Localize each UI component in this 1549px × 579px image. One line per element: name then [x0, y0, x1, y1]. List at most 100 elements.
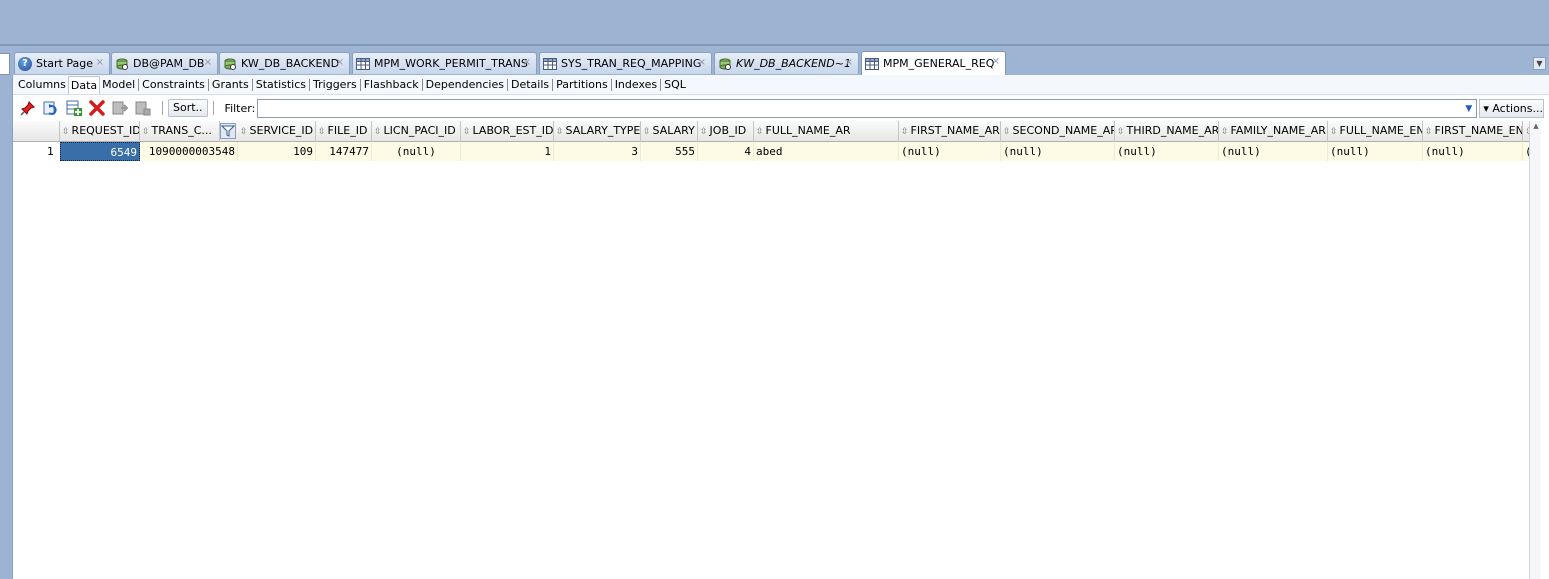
sort-indicator-icon: ⇳	[1117, 127, 1125, 137]
tab-kw-db-backend-1[interactable]: KW_DB_BACKEND~1 ×	[714, 52, 859, 74]
column-filter-icon[interactable]	[220, 123, 236, 139]
grid-cell[interactable]: 6549	[60, 142, 140, 161]
tab-label: SYS_TRAN_REQ_MAPPING	[561, 57, 702, 70]
subtab-separator	[552, 78, 554, 91]
actions-button[interactable]: ▾ Actions...	[1479, 98, 1545, 118]
column-header[interactable]: ⇳ JOB_ID	[698, 121, 754, 142]
db-connection-icon	[718, 57, 732, 71]
grid-cell[interactable]: abed	[754, 142, 899, 161]
subtab-separator	[207, 78, 209, 91]
column-header[interactable]: ⇳ SALARY	[641, 121, 698, 142]
column-header[interactable]: ⇳ LABOR_EST_ID	[461, 121, 554, 142]
close-icon[interactable]: ×	[523, 57, 531, 68]
subtab-dependencies[interactable]: Dependencies	[424, 76, 506, 94]
subtab-model[interactable]: Model	[100, 76, 137, 94]
grid-cell[interactable]: 1090000003548	[140, 142, 238, 161]
tab-kw-db-backend[interactable]: KW_DB_BACKEND ×	[219, 52, 350, 74]
tab-label: Start Page	[36, 57, 93, 70]
filter-label: Filter:	[224, 101, 256, 115]
close-icon[interactable]: ×	[992, 56, 1000, 67]
subtab-columns[interactable]: Columns	[16, 76, 68, 94]
subtab-grants[interactable]: Grants	[210, 76, 251, 94]
close-icon[interactable]: ×	[96, 57, 104, 68]
subtab-sql[interactable]: SQL	[662, 76, 688, 94]
subtab-indexes[interactable]: Indexes	[613, 76, 659, 94]
grid-cell[interactable]: 555	[641, 142, 698, 161]
sort-indicator-icon: ⇳	[1221, 127, 1229, 137]
grid-cell[interactable]: 3	[554, 142, 641, 161]
sort-indicator-icon: ⇳	[700, 127, 708, 137]
tab-label: MPM_GENERAL_REQ	[883, 57, 995, 70]
grid-cell[interactable]: (null)	[1219, 142, 1328, 161]
sort-indicator-icon: ⇳	[556, 127, 564, 137]
sort-indicator-icon: ⇳	[318, 127, 326, 137]
column-header[interactable]: ⇳ FULL_NAME_AR	[754, 121, 899, 142]
pin-icon[interactable]	[19, 100, 36, 117]
grid-cell[interactable]: 4	[698, 142, 754, 161]
top-toolbar-area	[0, 0, 1549, 44]
tab-mpm-general-req[interactable]: MPM_GENERAL_REQ ×	[861, 51, 1006, 75]
grid-header: ⇳ REQUEST_ID ⇳ TRANS_C... ⇳ SERVICE_ID ⇳ FIL…	[13, 121, 1531, 142]
column-header[interactable]: ⇳ THIRD_NAME_AR	[1115, 121, 1219, 142]
toolbar-separator	[162, 101, 163, 115]
close-icon[interactable]: ×	[336, 57, 344, 68]
column-header[interactable]: ⇳ TRANS_C...	[140, 121, 220, 142]
subtab-constraints[interactable]: Constraints	[140, 76, 207, 94]
rollback-icon[interactable]	[134, 100, 151, 117]
tab-start-page[interactable]: ? Start Page ×	[14, 52, 110, 74]
tab-list-dropdown-button[interactable]: ▼	[1533, 57, 1546, 70]
table-icon	[356, 57, 370, 71]
column-header[interactable]: ⇳ SALARY_TYPE	[554, 121, 641, 142]
grid-cell[interactable]: 109	[238, 142, 316, 161]
column-header[interactable]: ⇳ FILE_ID	[316, 121, 372, 142]
column-header[interactable]: ⇳ FIRST_NAME_AR	[899, 121, 1001, 142]
grid-cell[interactable]: 147477	[316, 142, 372, 161]
db-connection-icon	[223, 57, 237, 71]
table-row[interactable]: 1 6549 1090000003548 109 147477 (null) 1…	[13, 142, 1531, 161]
vertical-scrollbar[interactable]: ▲	[1529, 121, 1541, 579]
sort-button[interactable]: Sort..	[168, 99, 208, 117]
column-header[interactable]: ⇳ SERVICE_ID	[238, 121, 316, 142]
column-header[interactable]: ⇳ REQUEST_ID	[60, 121, 140, 142]
filter-history-dropdown-icon[interactable]: ▼	[1465, 104, 1472, 114]
grid-cell[interactable]: (null)	[1423, 142, 1523, 161]
sort-indicator-icon: ⇳	[756, 127, 764, 137]
column-header[interactable]: ⇳ FULL_NAME_EN	[1328, 121, 1423, 142]
tab-sys-tran-req-mapping[interactable]: SYS_TRAN_REQ_MAPPING ×	[539, 52, 712, 74]
row-number[interactable]: 1	[13, 142, 59, 161]
close-icon[interactable]: ×	[845, 57, 853, 68]
subtab-triggers[interactable]: Triggers	[311, 76, 359, 94]
tab-label: KW_DB_BACKEND~1	[736, 57, 851, 70]
filter-input[interactable]: ▼	[257, 98, 1478, 118]
insert-row-icon[interactable]	[65, 100, 82, 117]
subtab-data[interactable]: Data	[67, 75, 101, 94]
refresh-icon[interactable]	[42, 100, 59, 117]
subtab-flashback[interactable]: Flashback	[362, 76, 421, 94]
column-header[interactable]: ⇳ FAMILY_NAME_AR	[1219, 121, 1328, 142]
tab-mpm-work-permit-trans[interactable]: MPM_WORK_PERMIT_TRANS ×	[352, 52, 537, 74]
tab-db-pam-db[interactable]: DB@PAM_DB ×	[111, 52, 218, 74]
commit-icon[interactable]	[111, 100, 128, 117]
close-icon[interactable]: ×	[698, 57, 706, 68]
column-header[interactable]: ⇳ FIRST_NAME_EN	[1423, 121, 1523, 142]
subtab-separator	[506, 78, 508, 91]
column-header[interactable]: ⇳ SECOND_NAME_AR	[1001, 121, 1115, 142]
grid-cell[interactable]: (null)	[1328, 142, 1423, 161]
delete-row-icon[interactable]	[88, 100, 105, 117]
subtab-statistics[interactable]: Statistics	[254, 76, 308, 94]
data-toolbar: Sort.. Filter: ▼ ▾ Actions...	[13, 96, 1549, 120]
column-header[interactable]: ⇳ LICN_PACI_ID	[372, 121, 461, 142]
scroll-up-icon[interactable]: ▲	[1531, 121, 1541, 132]
grid-cell[interactable]: (null)	[899, 142, 1001, 161]
grid-cell[interactable]: (null)	[1001, 142, 1115, 161]
subtab-details[interactable]: Details	[509, 76, 551, 94]
subtab-separator	[138, 78, 140, 91]
tab-label: MPM_WORK_PERMIT_TRANS	[374, 57, 528, 70]
grid-cell[interactable]: 1	[461, 142, 554, 161]
grid-cell[interactable]: (null)	[1115, 142, 1219, 161]
close-icon[interactable]: ×	[204, 57, 212, 68]
subtab-partitions[interactable]: Partitions	[554, 76, 610, 94]
tab-label: KW_DB_BACKEND	[241, 57, 340, 70]
grid-cell[interactable]: (null)	[372, 142, 461, 161]
left-panel-stub	[0, 53, 10, 75]
